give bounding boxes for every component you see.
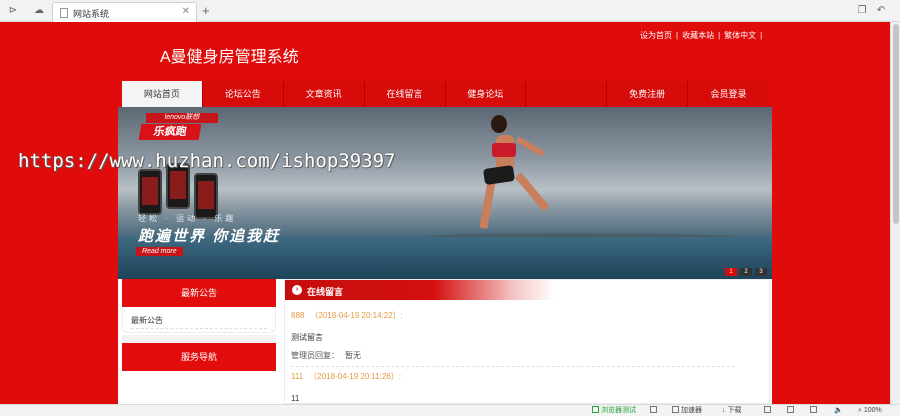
set-homepage-link[interactable]: 设为首页 [640, 31, 672, 40]
runner-figure [515, 136, 545, 157]
runner-figure [491, 115, 507, 133]
nav-login[interactable]: 会员登录 [688, 81, 769, 107]
message-item: 888 （2018-04-19 20:14:22）: 测试留言 管理员回复： 暂无 [291, 310, 735, 367]
browser-statusbar: 浏览器测试 加速器 ↓ 下载 🔈 ⌕ 100% [0, 404, 900, 416]
phone-image [138, 169, 162, 215]
admin-reply: 管理员回复： 暂无 [291, 350, 735, 362]
message-author: 888 [291, 311, 305, 320]
message-panel: › 在线留言 888 （2018-04-19 20:14:22）: 测试留言 管理… [284, 279, 770, 404]
runner-figure [479, 178, 496, 229]
tab-title: 网站系统 [73, 9, 110, 19]
restore-icon[interactable]: ❐ [855, 4, 869, 18]
reply-value: 暂无 [345, 351, 361, 360]
notice-box: 最新公告 最新公告 [122, 279, 276, 333]
scrollbar-thumb[interactable] [893, 24, 899, 224]
main-nav: 网站首页 论坛公告 文章资讯 在线留言 健身论坛 免费注册 会员登录 [122, 81, 769, 107]
browser-tabbar: ⊳ ☁ 网站系统 ✕ + ❐ ↶ [0, 0, 900, 22]
runner-figure [492, 143, 516, 157]
site-title: A曼健身房管理系统 [160, 49, 299, 66]
cloud-icon[interactable]: ☁ [32, 4, 46, 18]
browser-test-label: 浏览器测试 [601, 407, 636, 414]
lenovo-logo: lenovo联想 [146, 113, 218, 123]
accelerate-label: 加速器 [681, 407, 702, 414]
accelerate-icon [672, 406, 679, 413]
nav-forum-notice[interactable]: 论坛公告 [203, 81, 284, 107]
message-meta: 888 （2018-04-19 20:14:22）: [291, 310, 735, 322]
message-item: 111 （2018-04-19 20:11:26）: 11 [291, 371, 735, 404]
nav-messages[interactable]: 在线留言 [365, 81, 446, 107]
message-meta: 111 （2018-04-19 20:11:26）: [291, 371, 735, 383]
arrow-circle-icon: › [292, 285, 302, 295]
message-text: 测试留言 [291, 333, 323, 342]
zoom-control[interactable]: ⌕ 100% [858, 406, 882, 416]
message-time: （2018-04-19 20:14:22）: [310, 311, 403, 320]
banner-brand: 乐疯跑 [138, 124, 202, 140]
volume-icon[interactable]: 🔈 [834, 406, 843, 416]
browser-test-button[interactable]: 浏览器测试 [592, 406, 636, 416]
new-tab-icon[interactable]: + [202, 3, 210, 18]
nav-register[interactable]: 免费注册 [607, 81, 689, 107]
slide-indicators: 1 2 3 [725, 268, 767, 276]
banner-slideshow[interactable]: lenovo联想 乐疯跑 轻松 · 运动 · 乐趣 跑遍世界 你追我赶 Read… [118, 107, 772, 279]
message-header: › 在线留言 [285, 280, 555, 300]
sidebar-toggle-icon[interactable]: ⊳ [6, 4, 20, 18]
sidebar-divider [122, 335, 276, 343]
nav-empty [526, 81, 608, 107]
watermark-text: https://www.huzhan.com/ishop39397 [18, 150, 396, 172]
slide-dot[interactable]: 3 [755, 268, 767, 276]
download-icon: ↓ [722, 407, 726, 414]
runner-figure [514, 172, 550, 212]
slide-dot[interactable]: 1 [725, 268, 737, 276]
notice-body: 最新公告 [122, 307, 276, 333]
nav-fitness-forum[interactable]: 健身论坛 [446, 81, 527, 107]
top-links: 设为首页 | 收藏本站 | 繁体中文 | [640, 31, 763, 40]
undo-icon[interactable]: ↶ [874, 4, 888, 18]
browser-tab[interactable]: 网站系统 ✕ [52, 2, 197, 22]
accelerate-button[interactable]: 加速器 [672, 406, 702, 416]
web-page: 设为首页 | 收藏本站 | 繁体中文 | A曼健身房管理系统 网站首页 论坛公告 文章资讯… [0, 22, 890, 404]
sidebar-icon[interactable] [810, 406, 819, 416]
runner-figure [483, 164, 515, 186]
bookmark-link[interactable]: 收藏本站 [682, 31, 714, 40]
message-author: 111 [291, 372, 304, 381]
bookmark-icon[interactable] [764, 406, 773, 416]
notice-item[interactable]: 最新公告 [131, 315, 267, 329]
banner-slogan: 跑遍世界 你追我赶 [138, 228, 281, 245]
window-icon[interactable] [787, 406, 796, 416]
message-title: 在线留言 [307, 287, 344, 297]
message-time: （2018-04-19 20:11:26）: [309, 372, 402, 381]
zoom-level: 100% [863, 407, 882, 414]
message-text: 11 [291, 394, 300, 403]
nav-articles[interactable]: 文章资讯 [284, 81, 365, 107]
message-list: 888 （2018-04-19 20:14:22）: 测试留言 管理员回复： 暂无 … [291, 310, 735, 404]
close-icon[interactable]: ✕ [182, 6, 190, 17]
banner-subtitle: 轻松 · 运动 · 乐趣 [138, 214, 237, 223]
screenshot-icon[interactable] [650, 406, 659, 416]
content-area: 最新公告 最新公告 服务导航 › 在线留言 888 （2018-04-19 20:… [118, 279, 772, 404]
read-more-button[interactable]: Read more [136, 247, 183, 256]
page-icon [60, 8, 68, 18]
service-box: 服务导航 [122, 343, 276, 371]
traditional-chinese-link[interactable]: 繁体中文 [724, 31, 756, 40]
notice-title: 最新公告 [122, 279, 276, 307]
download-label: 下载 [727, 407, 742, 414]
page-scrollbar[interactable] [890, 22, 900, 404]
zoom-icon: ⌕ [858, 407, 862, 414]
nav-home[interactable]: 网站首页 [122, 81, 203, 107]
phone-icon [592, 406, 599, 413]
download-button[interactable]: ↓ 下载 [722, 406, 741, 416]
service-title: 服务导航 [122, 343, 276, 371]
slide-dot[interactable]: 2 [740, 268, 752, 276]
reply-label: 管理员回复： [291, 351, 339, 360]
